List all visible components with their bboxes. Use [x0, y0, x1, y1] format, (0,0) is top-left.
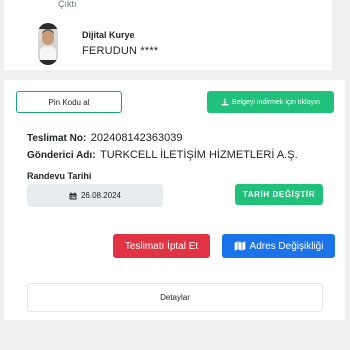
address-change-button[interactable]: Adres Değişikliği — [222, 234, 335, 258]
courier-name: FERUDUN **** — [82, 45, 159, 57]
pin-code-button[interactable]: Pin Kodu al — [16, 91, 122, 113]
output-label: Çıktı — [58, 0, 77, 9]
delivery-number-label: Teslimat No: — [27, 133, 87, 144]
map-icon — [234, 241, 245, 251]
avatar-face — [42, 31, 54, 45]
sender-row: Gönderici Adı: TURKCELL İLETİŞİM HİZMETL… — [27, 145, 298, 163]
sender-label: Gönderici Adı: — [27, 150, 96, 161]
appointment-label: Randevu Tarihi — [27, 171, 92, 181]
cancel-delivery-button[interactable]: Teslimatı İptal Et — [113, 234, 210, 258]
appointment-date-value: 26.08.2024 — [80, 191, 122, 200]
download-button-label: Belgeyi indirmek için tıklayın — [232, 98, 320, 106]
courier-role: Dijital Kurye — [82, 30, 135, 40]
details-button[interactable]: Detaylar — [27, 283, 323, 312]
change-date-button[interactable]: TARİH DEĞİŞTİR — [235, 184, 323, 205]
avatar-body — [40, 45, 56, 61]
appointment-date-field: 26.08.2024 — [27, 184, 163, 207]
download-icon — [221, 98, 229, 106]
sender-value: TURKCELL İLETİŞİM HİZMETLERİ A.Ş. — [99, 149, 298, 161]
address-change-label: Adres Değişikliği — [249, 240, 324, 252]
delivery-number-value: 202408142363039 — [90, 132, 183, 144]
courier-avatar — [38, 23, 58, 65]
download-document-button[interactable]: Belgeyi indirmek için tıklayın — [207, 91, 334, 113]
avatar-bottom — [38, 60, 58, 65]
calendar-icon — [69, 192, 77, 199]
delivery-number-row: Teslimat No: 202408142363039 — [27, 128, 183, 146]
